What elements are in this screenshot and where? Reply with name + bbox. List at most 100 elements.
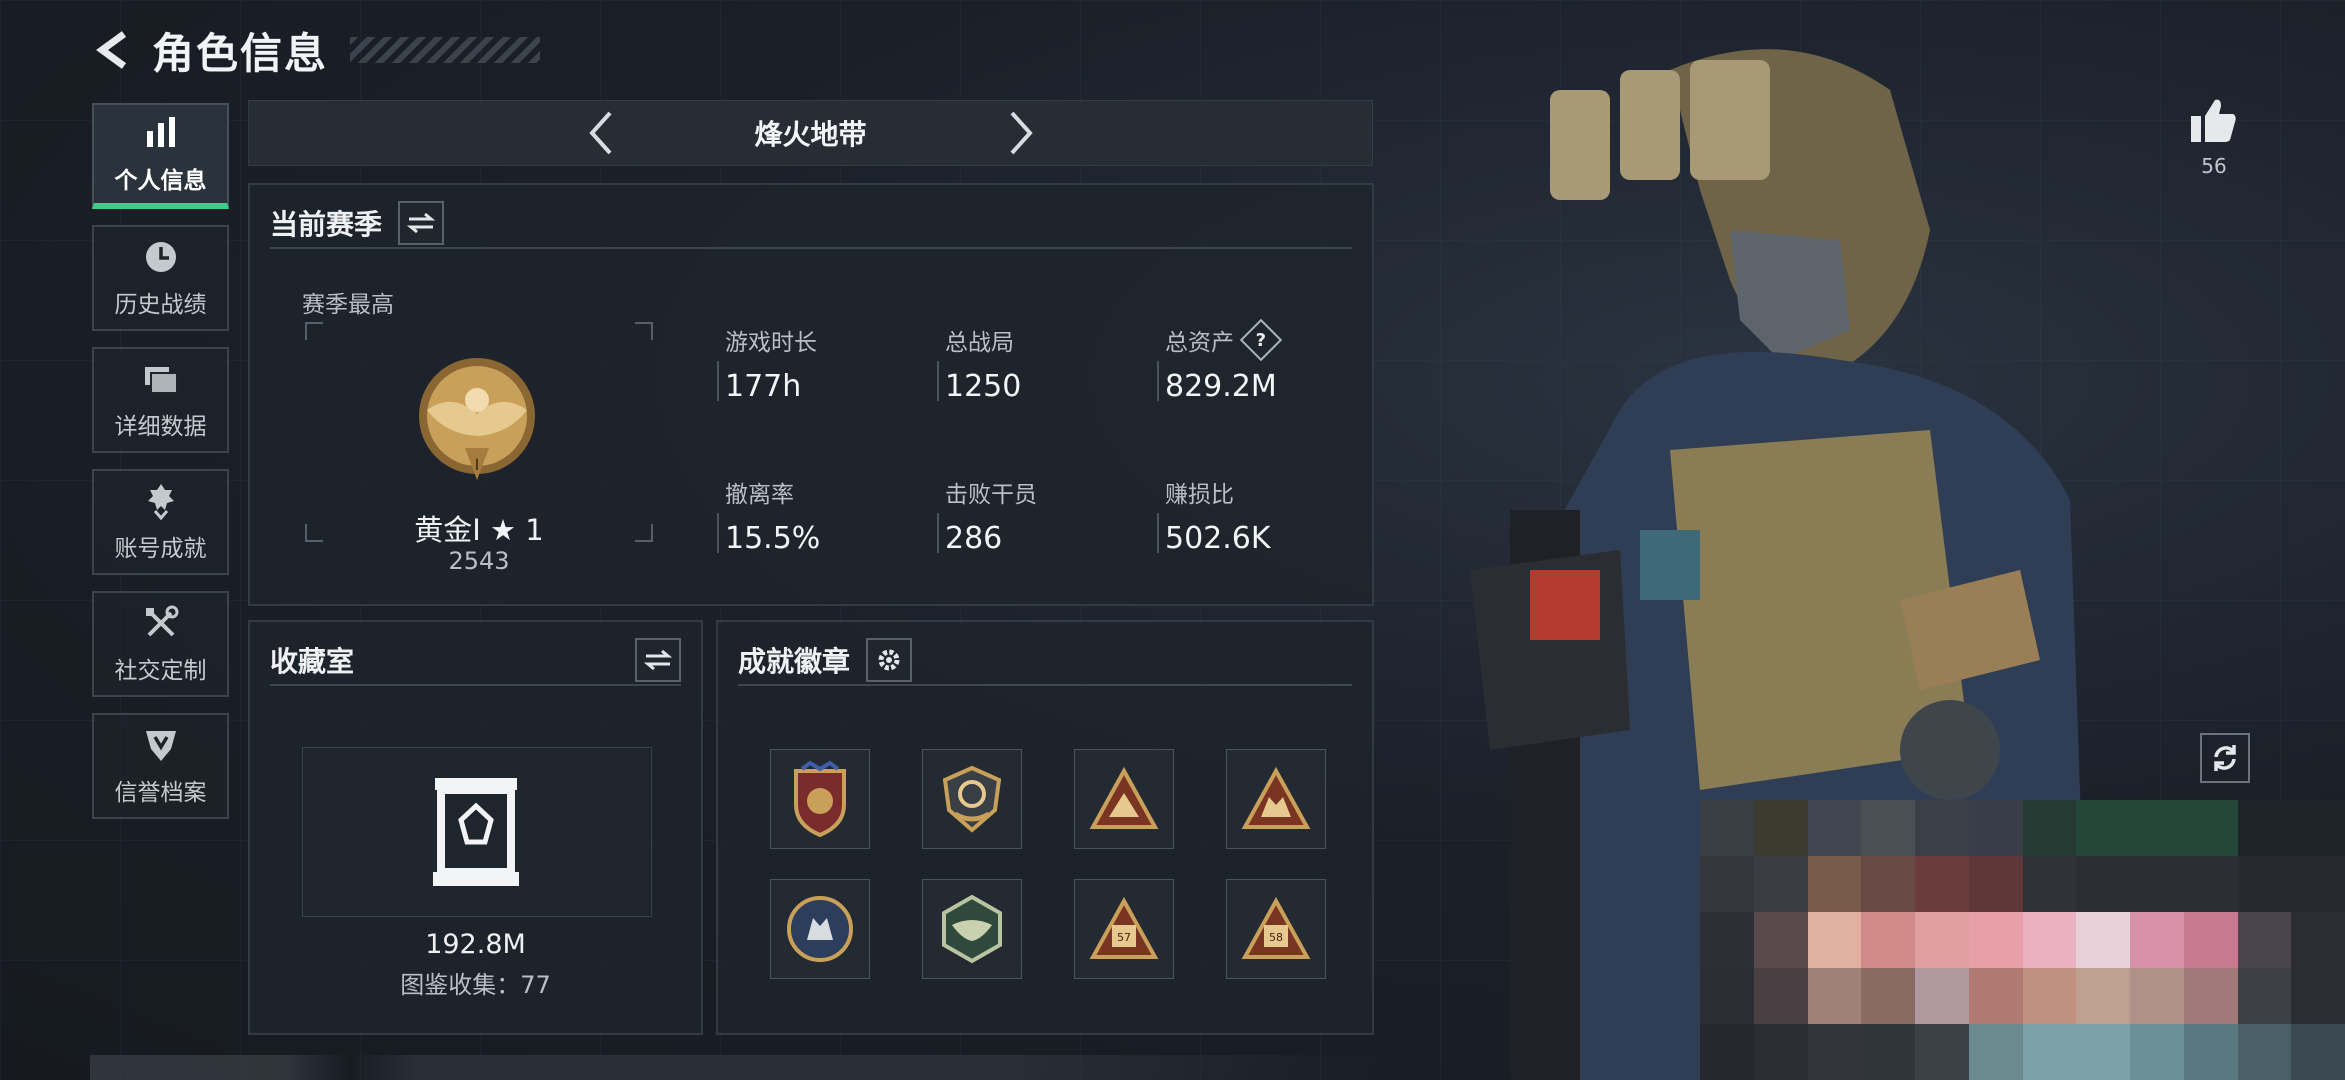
season-title: 当前赛季 — [270, 208, 383, 241]
thumbs-up-icon — [2191, 99, 2236, 142]
achievement-badge[interactable] — [922, 749, 1022, 849]
collection-preview[interactable] — [302, 747, 652, 917]
stat-value: 829.2M — [1165, 369, 1277, 404]
eagle-hex-icon — [942, 894, 1002, 964]
gold-rank-medal-icon: I — [419, 358, 535, 480]
collection-value: 192.8M — [425, 929, 526, 960]
achievement-badge[interactable] — [1074, 749, 1174, 849]
achievement-badge[interactable] — [770, 879, 870, 979]
wolf-round-icon — [787, 896, 853, 962]
achievements-settings-button[interactable] — [866, 638, 913, 682]
nav-label: 个人信息 — [114, 168, 207, 194]
like-count: 56 — [2201, 154, 2227, 178]
rank-score: 2543 — [448, 547, 510, 575]
stat-value: 15.5% — [725, 521, 821, 556]
achievements-panel: 成就徽章 57 58 — [716, 620, 1374, 1035]
folder-icon — [144, 367, 178, 394]
stat-kills: 击败干员 286 — [937, 475, 1145, 556]
title-decoration — [350, 37, 541, 63]
gear-icon — [878, 649, 900, 671]
stat-label: 赚损比 — [1165, 482, 1234, 508]
rank-name: 黄金Ⅰ ★ 1 — [414, 513, 544, 547]
nav-item-reputation[interactable]: 信誉档案 — [92, 713, 229, 819]
blurred-footer-text — [90, 1055, 1390, 1080]
chevron-right-icon — [1010, 111, 1033, 155]
achievement-badge[interactable]: 58 — [1226, 879, 1326, 979]
prev-map-button[interactable] — [576, 108, 626, 158]
stat-profit-ratio: 赚损比 502.6K — [1157, 475, 1365, 556]
achievement-badge[interactable] — [770, 749, 870, 849]
display-case-icon — [433, 778, 519, 886]
achievement-badge[interactable] — [922, 879, 1022, 979]
collection-count: 图鉴收集：77 — [400, 971, 551, 999]
tools-icon — [145, 605, 178, 637]
shield-icon — [145, 731, 176, 761]
collection-panel: 收藏室 192.8M 图鉴收集：77 — [248, 620, 703, 1035]
clock-icon — [145, 242, 176, 272]
stat-label: 总战局 — [945, 330, 1014, 356]
stat-label: 游戏时长 — [725, 330, 817, 356]
stat-value: 1250 — [945, 369, 1022, 404]
rotate-model-button[interactable] — [2200, 733, 2250, 783]
season-panel-header: 当前赛季 — [270, 199, 1352, 249]
collection-panel-header: 收藏室 — [270, 636, 681, 686]
refresh-icon — [2214, 745, 2236, 771]
shield-crest-icon — [794, 761, 846, 837]
side-nav: 个人信息 历史战绩 详细数据 账号成就 社交定制 信誉档案 — [92, 103, 229, 819]
rank-display: I 黄金Ⅰ ★ 1 2543 — [305, 322, 653, 575]
nav-item-social[interactable]: 社交定制 — [92, 591, 229, 697]
next-map-button[interactable] — [996, 108, 1046, 158]
achievement-badge[interactable]: 57 — [1074, 879, 1174, 979]
stat-value: 502.6K — [1165, 521, 1271, 556]
chevron-left-icon — [588, 111, 611, 155]
achievements-title: 成就徽章 — [738, 645, 851, 678]
svg-text:58: 58 — [1269, 931, 1283, 944]
medal-icon — [147, 484, 174, 521]
nav-label: 历史战绩 — [114, 292, 207, 318]
nav-item-personal-info[interactable]: 个人信息 — [92, 103, 229, 209]
svg-text:57: 57 — [1117, 931, 1131, 944]
nav-label: 账号成就 — [114, 536, 207, 562]
page-title: 角色信息 — [152, 28, 329, 78]
bar-chart-icon — [146, 117, 175, 147]
switch-season-button[interactable] — [398, 201, 445, 245]
collection-title: 收藏室 — [270, 645, 355, 678]
stat-play-time: 游戏时长 177h — [717, 323, 925, 404]
map-selector: 烽火地带 — [248, 100, 1373, 166]
swap-icon — [407, 212, 436, 234]
swap-icon — [644, 649, 672, 671]
nav-label: 详细数据 — [114, 414, 207, 440]
anchor-crest-icon — [942, 765, 1002, 833]
question-icon: ? — [1255, 329, 1267, 351]
nav-label: 信誉档案 — [114, 780, 207, 806]
stat-value: 286 — [945, 521, 1003, 556]
stat-total-matches: 总战局 1250 — [937, 323, 1145, 404]
season-panel: 当前赛季 赛季最高 I 黄金Ⅰ ★ 1 2543 游戏时长 177h 总战局 1… — [248, 183, 1374, 606]
stat-value: 177h — [725, 369, 802, 404]
switch-collection-button[interactable] — [635, 638, 681, 682]
svg-text:I: I — [475, 455, 480, 474]
like-button[interactable]: 56 — [2184, 96, 2244, 178]
map-name: 烽火地带 — [754, 118, 867, 151]
stat-label: 撤离率 — [725, 482, 794, 508]
nav-item-achievements[interactable]: 账号成就 — [92, 469, 229, 575]
57-triangle-icon: 57 — [1089, 897, 1159, 959]
back-button[interactable] — [90, 28, 134, 72]
season-best-label: 赛季最高 — [302, 292, 394, 318]
wolf-triangle-icon — [1241, 767, 1311, 829]
back-arrow-icon — [96, 31, 127, 69]
nav-item-history[interactable]: 历史战绩 — [92, 225, 229, 331]
stat-extract-rate: 撤离率 15.5% — [717, 475, 925, 556]
stat-total-assets: 总资产? 829.2M — [1157, 318, 1365, 404]
mountain-triangle-icon — [1089, 767, 1159, 829]
achievement-badge[interactable] — [1226, 749, 1326, 849]
stat-label: 总资产 — [1165, 330, 1234, 356]
censored-region — [1700, 800, 2345, 1080]
nav-label: 社交定制 — [114, 658, 207, 684]
achievements-panel-header: 成就徽章 — [738, 636, 1352, 686]
nav-item-detailed-data[interactable]: 详细数据 — [92, 347, 229, 453]
help-button[interactable]: ? — [1239, 318, 1283, 362]
stat-label: 击败干员 — [945, 482, 1037, 508]
header: 角色信息 — [90, 22, 541, 78]
58-triangle-icon: 58 — [1241, 897, 1311, 959]
